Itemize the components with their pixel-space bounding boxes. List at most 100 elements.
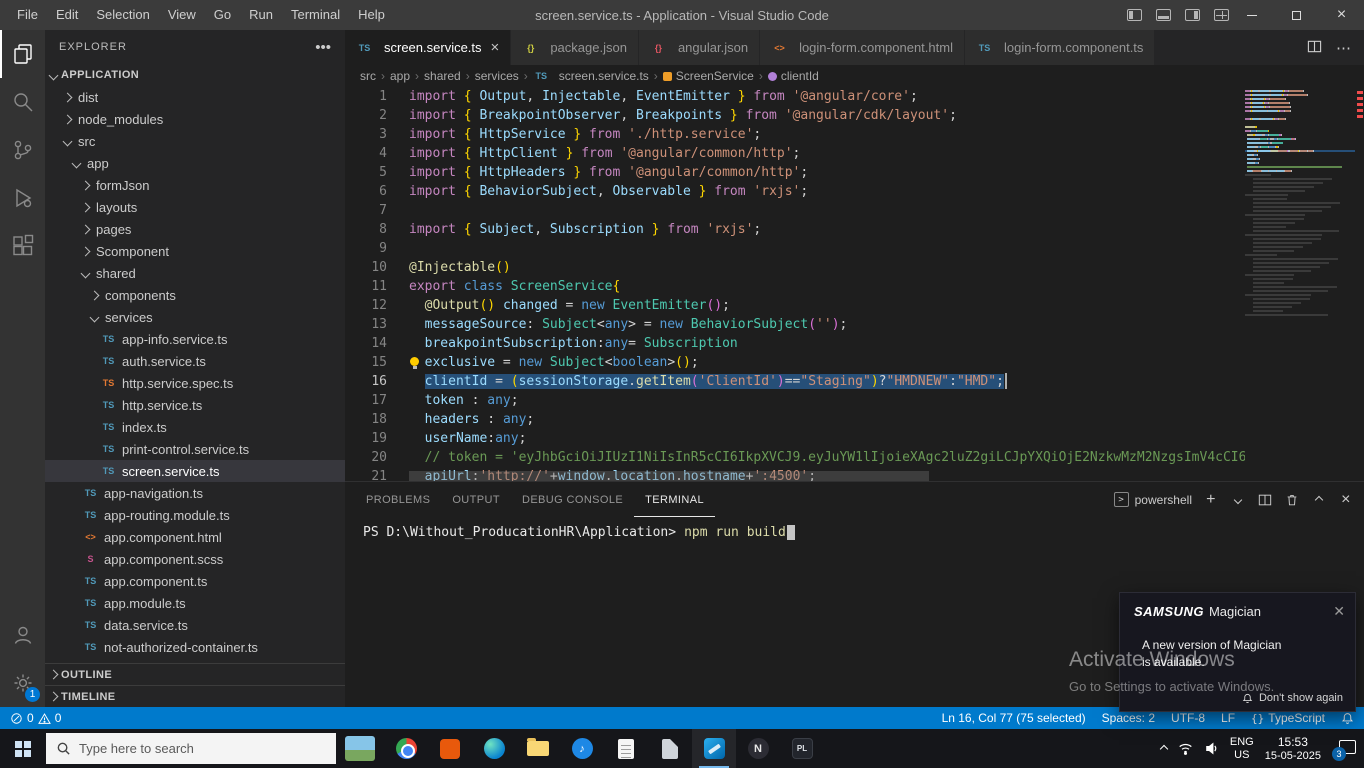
maximize-button[interactable] — [1274, 0, 1319, 30]
taskbar-vscode-icon[interactable] — [692, 729, 736, 768]
tree-item-components[interactable]: components — [45, 284, 345, 306]
tab-screen-service-ts[interactable]: TS screen.service.ts × — [345, 30, 512, 65]
code-line-17[interactable]: token : any; — [409, 391, 1245, 410]
toggle-secondary-sidebar-icon[interactable] — [1185, 9, 1200, 21]
maximize-panel-icon[interactable] — [1311, 492, 1327, 508]
tree-item-dist[interactable]: dist — [45, 86, 345, 108]
menu-file[interactable]: File — [8, 0, 47, 30]
settings-gear-icon[interactable]: 1 — [0, 659, 45, 707]
tree-item-app[interactable]: app — [45, 152, 345, 174]
taskbar-search[interactable] — [46, 733, 336, 764]
code-line-1[interactable]: import { Output, Injectable, EventEmitte… — [409, 87, 1245, 106]
taskbar-n-app-icon[interactable]: N — [736, 729, 780, 768]
language-indicator[interactable]: ENG US — [1230, 736, 1254, 762]
tree-item-app.module.ts[interactable]: TS app.module.ts — [45, 592, 345, 614]
run-debug-icon[interactable] — [0, 174, 45, 222]
taskbar-notepad-icon[interactable] — [604, 729, 648, 768]
tab-problems[interactable]: PROBLEMS — [355, 482, 441, 517]
explorer-more-actions-icon[interactable]: ••• — [315, 39, 331, 56]
tab-login-form-component-ts[interactable]: TS login-form.component.ts — [964, 30, 1156, 65]
source-control-icon[interactable] — [0, 126, 45, 174]
search-icon[interactable] — [0, 78, 45, 126]
language-mode[interactable]: {} TypeScript — [1251, 711, 1325, 725]
more-actions-icon[interactable]: ⋯ — [1336, 39, 1352, 57]
menu-selection[interactable]: Selection — [87, 0, 158, 30]
tree-item-app.component.html[interactable]: <> app.component.html — [45, 526, 345, 548]
taskbar-browser-icon[interactable] — [384, 729, 428, 768]
accounts-icon[interactable] — [0, 611, 45, 659]
tree-item-app-navigation.ts[interactable]: TS app-navigation.ts — [45, 482, 345, 504]
tab-terminal[interactable]: TERMINAL — [634, 482, 715, 517]
code-line-12[interactable]: @Output() changed = new EventEmitter(); — [409, 296, 1245, 315]
tree-item-src[interactable]: src — [45, 130, 345, 152]
kill-terminal-icon[interactable] — [1284, 492, 1300, 508]
tree-item-print-control.service.ts[interactable]: TS print-control.service.ts — [45, 438, 345, 460]
code-line-14[interactable]: breakpointSubscription:any= Subscription — [409, 334, 1245, 353]
tree-item-shared[interactable]: shared — [45, 262, 345, 284]
close-icon[interactable]: × — [491, 39, 500, 56]
cursor-position[interactable]: Ln 16, Col 77 (75 selected) — [942, 711, 1086, 725]
tree-item-pages[interactable]: pages — [45, 218, 345, 240]
section-outline[interactable]: OUTLINE — [45, 663, 345, 685]
terminal-shell-selector[interactable]: > powershell — [1113, 492, 1192, 507]
code-line-18[interactable]: headers : any; — [409, 410, 1245, 429]
code-line-6[interactable]: import { BehaviorSubject, Observable } f… — [409, 182, 1245, 201]
tree-item-app.component.scss[interactable]: Sapp.component.scss — [45, 548, 345, 570]
tree-item-formJson[interactable]: formJson — [45, 174, 345, 196]
network-icon[interactable] — [1178, 741, 1193, 756]
extensions-icon[interactable] — [0, 222, 45, 270]
breadcrumb-property[interactable]: clientId — [767, 69, 819, 83]
lightbulb-icon[interactable] — [410, 357, 419, 369]
dont-show-again-button[interactable]: Don't show again — [1242, 692, 1343, 704]
code-line-16[interactable]: clientId = (sessionStorage.getItem('Clie… — [409, 372, 1245, 391]
taskbar-app-orange-icon[interactable] — [428, 729, 472, 768]
tree-item-http.service.spec.ts[interactable]: TS http.service.spec.ts — [45, 372, 345, 394]
taskbar-edge-icon[interactable] — [472, 729, 516, 768]
tree-item-app-routing.module.ts[interactable]: TS app-routing.module.ts — [45, 504, 345, 526]
tree-item-auth.service.ts[interactable]: TS auth.service.ts — [45, 350, 345, 372]
code-line-5[interactable]: import { HttpHeaders } from '@angular/co… — [409, 163, 1245, 182]
menu-terminal[interactable]: Terminal — [282, 0, 349, 30]
taskbar-pl-app-icon[interactable]: PL — [780, 729, 824, 768]
menu-run[interactable]: Run — [240, 0, 282, 30]
tab-output[interactable]: OUTPUT — [441, 482, 511, 517]
tree-item-app.component.ts[interactable]: TS app.component.ts — [45, 570, 345, 592]
indentation[interactable]: Spaces: 2 — [1102, 711, 1155, 725]
close-icon[interactable]: ✕ — [1333, 604, 1345, 618]
taskbar-file-explorer-icon[interactable] — [516, 729, 560, 768]
tree-item-index.ts[interactable]: TS index.ts — [45, 416, 345, 438]
clock[interactable]: 15:53 15-05-2025 — [1265, 735, 1321, 763]
tree-item-app-info.service.ts[interactable]: TS app-info.service.ts — [45, 328, 345, 350]
encoding[interactable]: UTF-8 — [1171, 711, 1205, 725]
search-input[interactable] — [79, 741, 326, 756]
toggle-panel-icon[interactable] — [1156, 9, 1171, 21]
tab-debug-console[interactable]: DEBUG CONSOLE — [511, 482, 634, 517]
explorer-icon[interactable] — [0, 30, 45, 78]
problems-status[interactable]: 0 0 — [10, 711, 61, 725]
tree-item-data.service.ts[interactable]: TS data.service.ts — [45, 614, 345, 636]
volume-icon[interactable] — [1204, 741, 1219, 756]
tree-item-screen.service.ts[interactable]: TS screen.service.ts — [45, 460, 345, 482]
chevron-down-icon[interactable] — [1230, 492, 1246, 508]
start-button[interactable] — [0, 729, 46, 768]
tab-package-json[interactable]: {} package.json — [511, 30, 639, 65]
code-line-7[interactable] — [409, 201, 1245, 220]
tree-item-Scomponent[interactable]: Scomponent — [45, 240, 345, 262]
code-line-8[interactable]: import { Subject, Subscription } from 'r… — [409, 220, 1245, 239]
toggle-sidebar-icon[interactable] — [1127, 9, 1142, 21]
breadcrumb-file[interactable]: TS screen.service.ts — [533, 69, 648, 83]
tab-login-form-component-html[interactable]: <> login-form.component.html — [760, 30, 965, 65]
code-line-11[interactable]: export class ScreenService{ — [409, 277, 1245, 296]
tab-angular-json[interactable]: {} angular.json — [638, 30, 761, 65]
taskbar-document-app-icon[interactable] — [648, 729, 692, 768]
news-widget-icon[interactable] — [345, 736, 375, 761]
new-terminal-icon[interactable]: + — [1203, 491, 1219, 508]
code-line-15[interactable]: exclusive = new Subject<boolean>(); — [409, 353, 1245, 372]
menu-go[interactable]: Go — [205, 0, 240, 30]
code-line-20[interactable]: // token = 'eyJhbGciOiJIUzI1NiIsInR5cCI6… — [409, 448, 1245, 467]
minimize-button[interactable] — [1229, 0, 1274, 30]
tray-chevron-up-icon[interactable] — [1159, 744, 1169, 753]
breadcrumb-app[interactable]: app — [390, 69, 410, 83]
split-terminal-icon[interactable] — [1257, 492, 1273, 508]
split-editor-icon[interactable] — [1307, 39, 1322, 57]
